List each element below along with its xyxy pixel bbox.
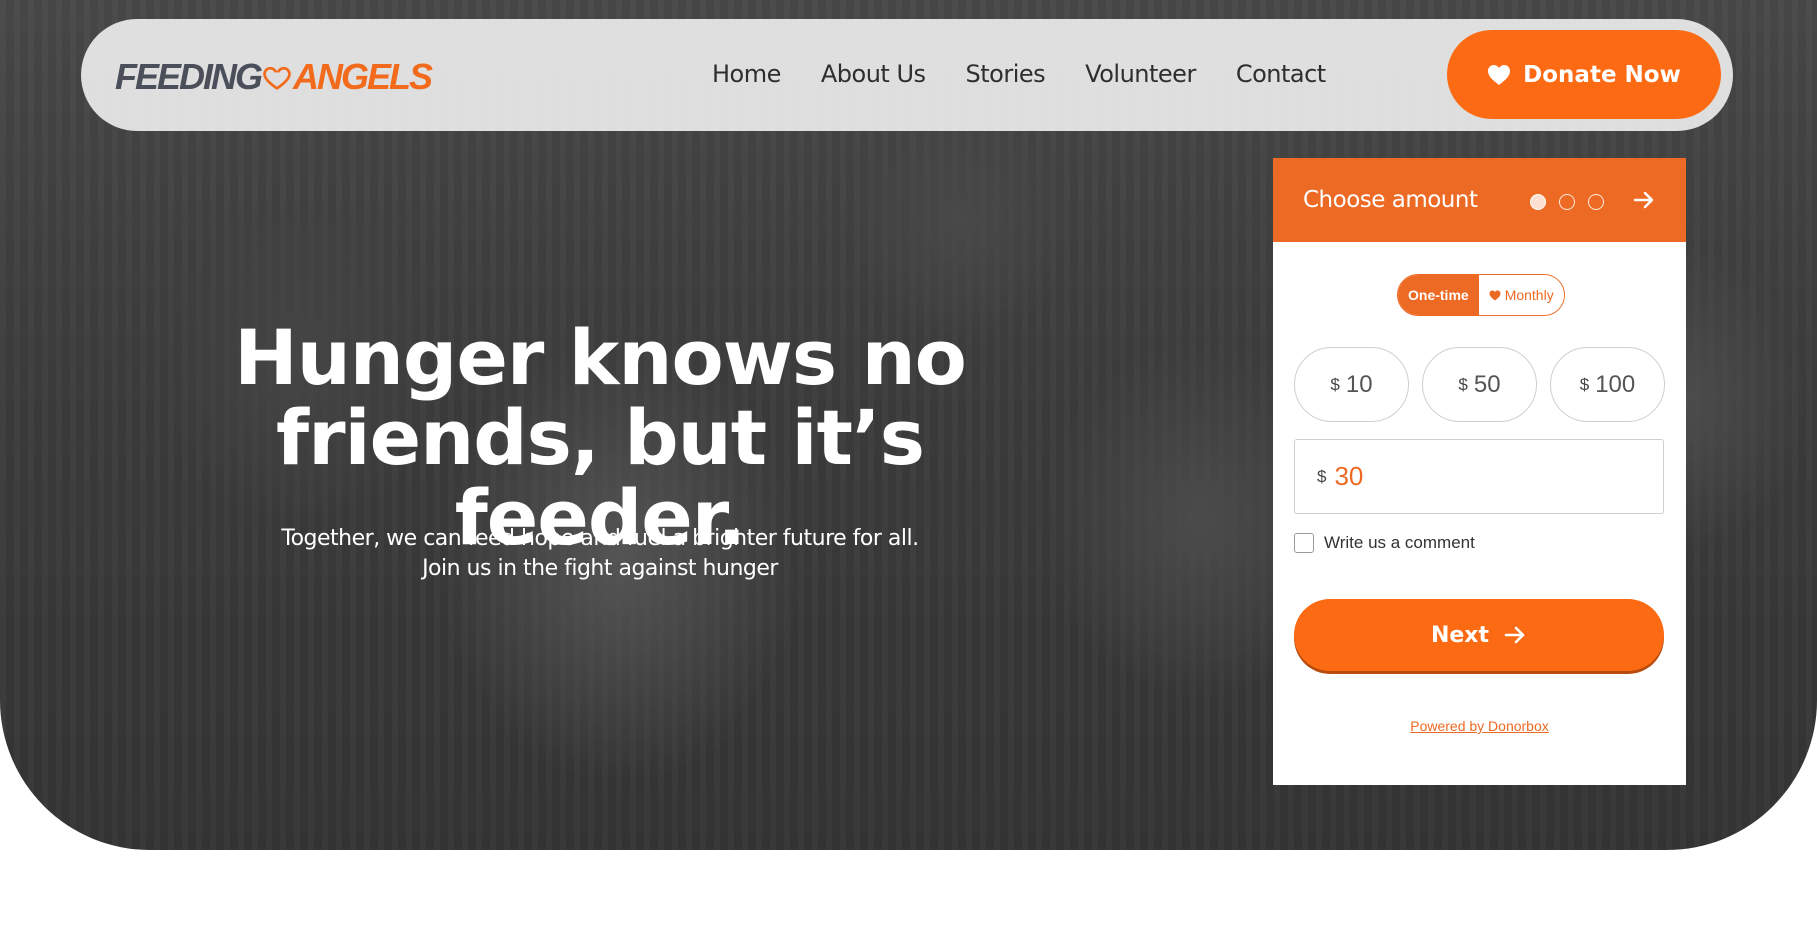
- amount-option-10[interactable]: $ 10: [1294, 347, 1409, 422]
- currency-symbol: $: [1317, 466, 1327, 486]
- main-menu: Home About Us Stories Volunteer Contact: [712, 60, 1326, 88]
- frequency-toggle: One-time Monthly: [1397, 274, 1565, 316]
- monthly-label: Monthly: [1504, 287, 1554, 303]
- donation-widget: Choose amount One-time Monthly $ 10 $ 50: [1273, 158, 1686, 785]
- nav-contact[interactable]: Contact: [1236, 60, 1326, 88]
- step-dot-3: [1588, 194, 1604, 210]
- heart-icon: [1489, 290, 1501, 300]
- monthly-option[interactable]: Monthly: [1478, 275, 1564, 315]
- site-logo[interactable]: FEEDING ANGELS: [115, 56, 433, 97]
- step-indicator: [1530, 194, 1604, 210]
- powered-by-link[interactable]: Powered by Donorbox: [1273, 718, 1686, 734]
- nav-stories[interactable]: Stories: [966, 60, 1046, 88]
- nav-about-us[interactable]: About Us: [821, 60, 926, 88]
- nav-volunteer[interactable]: Volunteer: [1085, 60, 1196, 88]
- top-navbar: FEEDING ANGELS Home About Us Stories Vol…: [81, 19, 1733, 131]
- donate-now-button[interactable]: Donate Now: [1447, 30, 1721, 119]
- amount-option-100[interactable]: $ 100: [1550, 347, 1665, 422]
- heart-icon: [263, 66, 291, 90]
- hero-headline: Hunger knows no friends, but it’s feeder…: [160, 318, 1040, 558]
- logo-text-feeding: FEEDING: [115, 56, 263, 97]
- preset-amounts: $ 10 $ 50 $ 100: [1294, 347, 1665, 422]
- one-time-label: One-time: [1408, 287, 1469, 303]
- logo-text-angels: ANGELS: [293, 56, 433, 97]
- comment-label: Write us a comment: [1324, 533, 1475, 552]
- step-dot-1: [1530, 194, 1546, 210]
- amount-value: 50: [1473, 370, 1501, 398]
- comment-checkbox[interactable]: [1294, 533, 1314, 553]
- amount-option-50[interactable]: $ 50: [1422, 347, 1537, 422]
- headline-line-1: Hunger knows no: [234, 313, 967, 402]
- comment-option[interactable]: Write us a comment: [1294, 533, 1475, 553]
- currency-symbol: $: [1458, 374, 1468, 394]
- currency-symbol: $: [1330, 374, 1340, 394]
- subheadline-line-2: Join us in the fight against hunger: [422, 556, 778, 581]
- widget-title: Choose amount: [1303, 187, 1478, 213]
- arrow-right-icon[interactable]: [1632, 188, 1656, 212]
- one-time-option[interactable]: One-time: [1398, 275, 1479, 315]
- hero-subheadline: Together, we can feed hope and fuel a br…: [200, 524, 1000, 584]
- amount-value: 100: [1595, 370, 1636, 398]
- subheadline-line-1: Together, we can feed hope and fuel a br…: [281, 526, 919, 551]
- amount-value: 10: [1345, 370, 1373, 398]
- custom-amount-input[interactable]: [1334, 461, 1635, 492]
- widget-header: Choose amount: [1273, 158, 1686, 242]
- step-dot-2: [1559, 194, 1575, 210]
- arrow-right-icon: [1504, 626, 1525, 644]
- nav-home[interactable]: Home: [712, 60, 781, 88]
- next-button[interactable]: Next: [1294, 599, 1664, 671]
- next-label: Next: [1430, 622, 1490, 648]
- donate-now-label: Donate Now: [1523, 61, 1681, 88]
- custom-amount-field: $: [1294, 439, 1664, 514]
- heart-icon: [1488, 64, 1511, 85]
- currency-symbol: $: [1579, 374, 1590, 394]
